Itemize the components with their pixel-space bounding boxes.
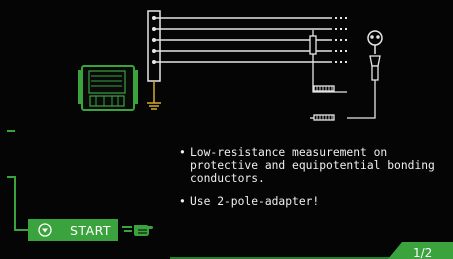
start-button[interactable]: START bbox=[28, 219, 118, 241]
info-list: Low-resistance measurement on protective… bbox=[178, 146, 450, 217]
start-label: START bbox=[70, 222, 112, 238]
socket-icon bbox=[367, 30, 383, 54]
measuring-instrument-icon bbox=[78, 65, 138, 111]
conductor-lines bbox=[154, 17, 332, 63]
instruction-screen: Low-resistance measurement on protective… bbox=[0, 0, 453, 259]
pointing-hand-icon bbox=[122, 225, 153, 236]
wiring-diagram bbox=[78, 10, 383, 121]
distribution-box bbox=[147, 10, 161, 82]
info-item: Low-resistance measurement on protective… bbox=[178, 146, 450, 186]
dotted-continuations bbox=[335, 17, 347, 63]
page-indicator: 1/2 bbox=[413, 246, 433, 259]
ground-icon bbox=[147, 81, 161, 110]
junction-dots bbox=[152, 16, 156, 64]
chevron-down-circle-icon bbox=[34, 219, 56, 241]
info-item: Use 2-pole-adapter! bbox=[178, 195, 450, 208]
